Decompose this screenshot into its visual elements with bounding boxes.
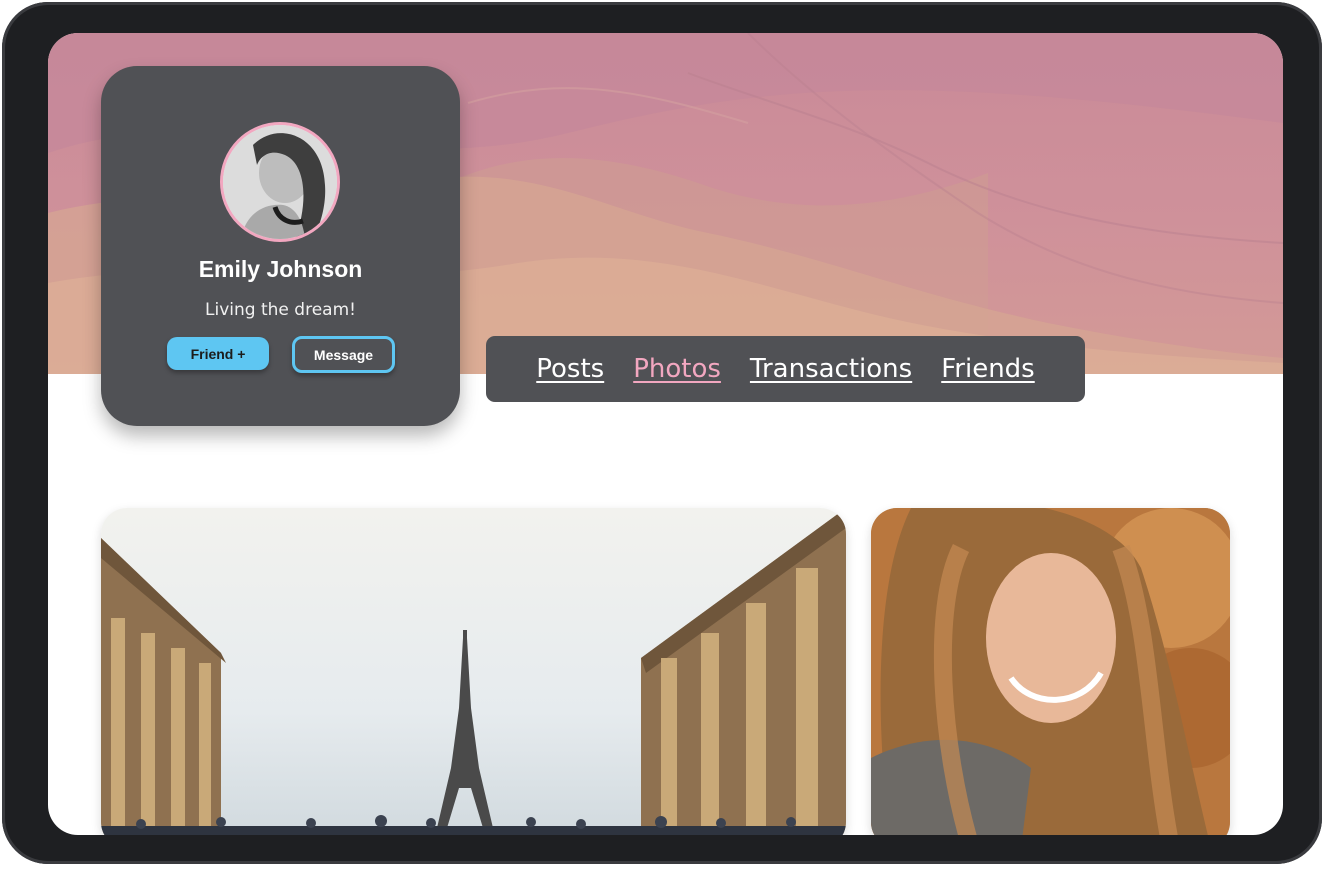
profile-name: Emily Johnson [198,256,363,282]
tab-friends[interactable]: Friends [941,354,1035,384]
avatar-photo [223,125,337,239]
message-button[interactable]: Message [292,336,395,373]
eiffel-tower-photo [101,508,846,835]
tab-photos[interactable]: Photos [633,354,721,384]
avatar[interactable] [220,122,340,242]
tab-posts[interactable]: Posts [536,354,604,384]
profile-card: Emily Johnson Living the dream! Friend +… [101,66,460,426]
profile-tagline: Living the dream! [205,300,356,320]
profile-tabs: Posts Photos Transactions Friends [486,336,1085,402]
tab-transactions[interactable]: Transactions [750,354,912,384]
photo-woman-portrait[interactable] [871,508,1230,835]
photo-eiffel-tower[interactable] [101,508,846,835]
screen: Emily Johnson Living the dream! Friend +… [48,33,1283,835]
add-friend-button[interactable]: Friend + [167,337,269,370]
tablet-frame: Emily Johnson Living the dream! Friend +… [2,2,1322,864]
woman-portrait-photo [871,508,1230,835]
